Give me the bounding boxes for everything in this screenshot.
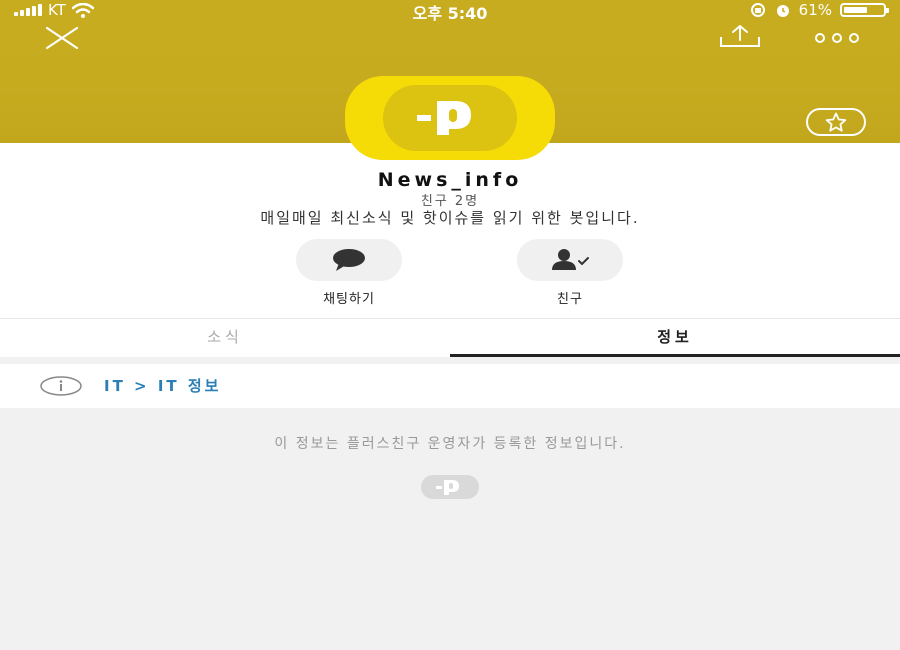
alarm-icon — [776, 5, 789, 17]
profile-section: News_info 친구 2명 매일매일 최신소식 및 핫이슈를 읽기 위한 봇… — [0, 143, 900, 318]
chat-bubble-icon — [333, 249, 365, 271]
share-button[interactable] — [718, 25, 762, 49]
info-icon — [40, 376, 82, 396]
share-icon — [720, 25, 760, 47]
friend-action[interactable]: 친구 — [517, 239, 623, 307]
plus-friend-logo-icon — [417, 101, 471, 135]
chat-button[interactable] — [296, 239, 402, 281]
profile-description: 매일매일 최신소식 및 핫이슈를 읽기 위한 봇입니다. — [260, 209, 640, 227]
orientation-lock-icon — [750, 3, 765, 17]
category-row[interactable]: IT > IT 정보 — [0, 364, 900, 408]
friend-label: 친구 — [557, 292, 583, 307]
star-icon — [825, 112, 847, 132]
category-link[interactable]: IT > IT 정보 — [104, 375, 221, 396]
profile-name: News_info — [377, 169, 523, 191]
close-button[interactable] — [44, 26, 80, 50]
favorite-button[interactable] — [806, 108, 866, 136]
close-icon — [45, 26, 79, 50]
friend-button[interactable] — [517, 239, 623, 281]
profile-avatar — [345, 76, 555, 160]
battery-percent: 61% — [798, 1, 832, 19]
more-icon — [815, 33, 859, 43]
tab-news[interactable]: 소식 — [0, 319, 450, 357]
battery-icon — [840, 3, 889, 17]
tab-bar: 소식 정보 — [0, 318, 900, 357]
plus-friend-logo-icon — [436, 480, 459, 495]
footer-logo — [421, 475, 479, 499]
more-options-button[interactable] — [812, 30, 862, 44]
status-bar: KT 오후 5:40 61% — [0, 0, 900, 23]
info-notice: 이 정보는 플러스친구 운영자가 등록한 정보입니다. — [274, 436, 626, 452]
chat-label: 채팅하기 — [323, 292, 375, 307]
person-check-icon — [552, 249, 589, 270]
tab-info[interactable]: 정보 — [450, 319, 900, 357]
chat-action[interactable]: 채팅하기 — [296, 239, 402, 307]
